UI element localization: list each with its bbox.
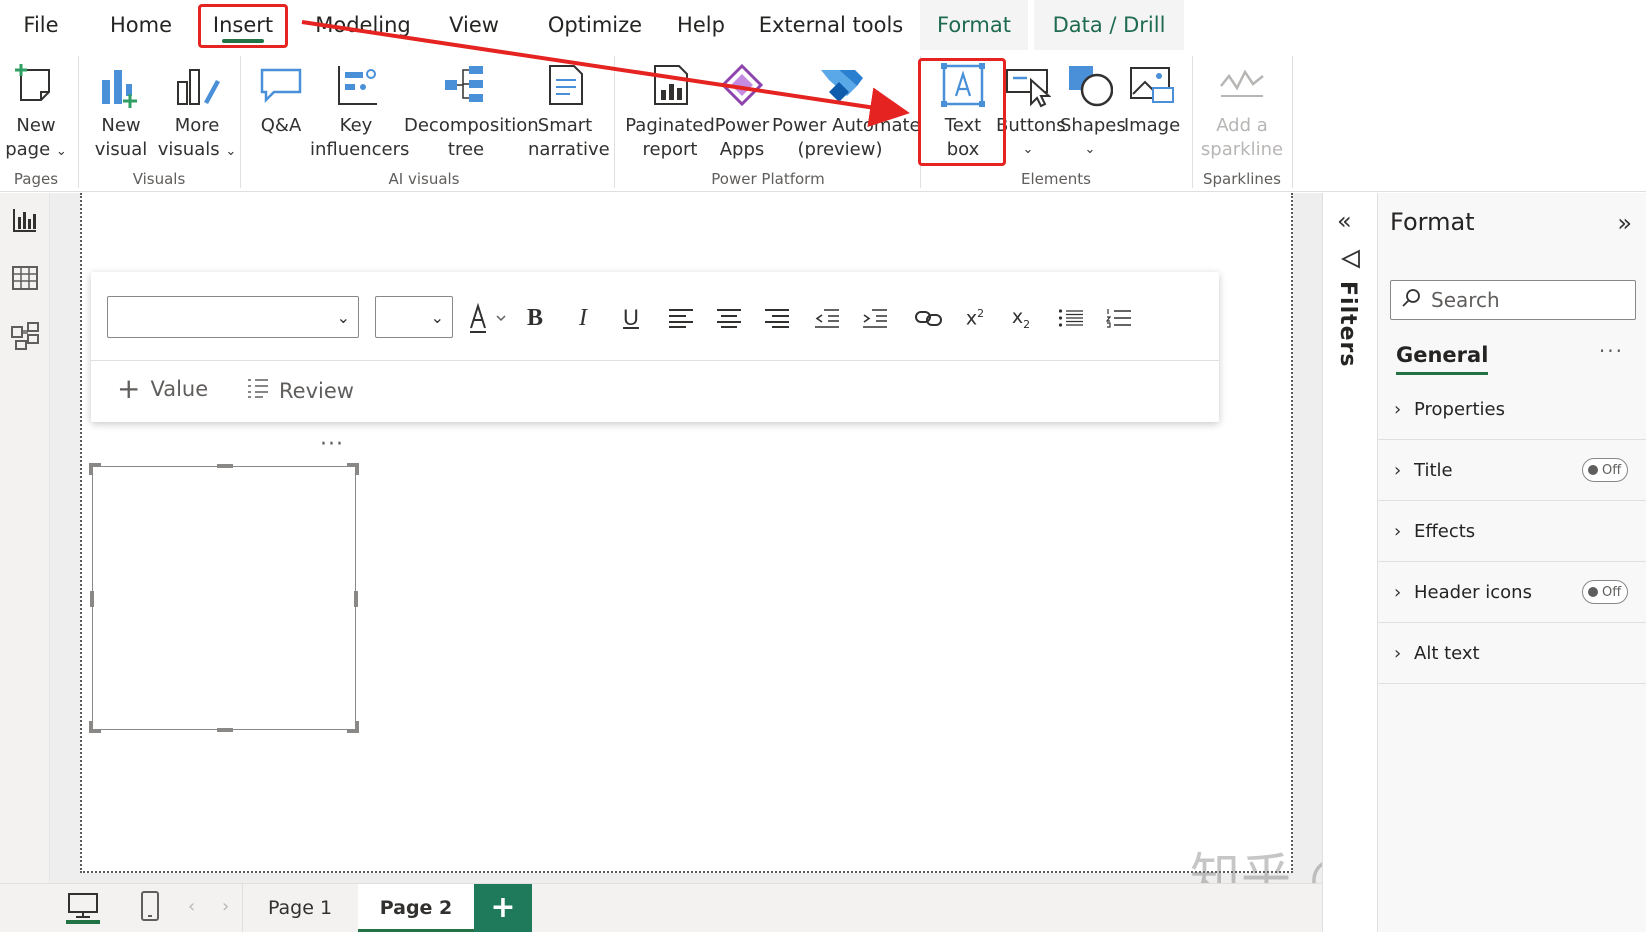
page-tab-2[interactable]: Page 2 [358, 884, 474, 932]
section-effects[interactable]: › Effects [1378, 501, 1646, 562]
scroll-left-icon[interactable]: ‹ [188, 896, 195, 917]
font-color-button[interactable] [467, 302, 513, 334]
add-page-button[interactable]: + [474, 884, 532, 932]
filters-label: Filters [1335, 281, 1360, 368]
align-left-icon[interactable] [665, 302, 697, 334]
chevron-right-icon: › [1394, 642, 1402, 664]
numbered-list-icon[interactable] [1103, 302, 1135, 334]
report-view-icon[interactable] [10, 205, 40, 235]
expand-left-icon[interactable]: « [1337, 207, 1352, 235]
review-label: Review [279, 378, 354, 403]
visual-more-options-icon[interactable]: ··· [320, 432, 344, 457]
subscript-icon[interactable]: x2 [1005, 302, 1037, 334]
chevron-right-icon: › [1394, 459, 1402, 481]
view-switcher-rail [0, 193, 50, 883]
resize-handle[interactable] [89, 721, 93, 733]
header-icons-toggle[interactable]: Off [1582, 580, 1628, 604]
filter-funnel-icon [1340, 249, 1361, 273]
format-pane: Format » Search General ··· › Properties… [1378, 193, 1646, 932]
page-tab-1[interactable]: Page 1 [244, 884, 356, 932]
section-properties[interactable]: › Properties [1378, 379, 1646, 440]
chevron-right-icon: › [1394, 520, 1402, 542]
review-button[interactable]: Review [247, 377, 354, 404]
collapse-right-icon[interactable]: » [1617, 209, 1632, 237]
section-label: Properties [1414, 398, 1505, 420]
model-view-icon[interactable] [10, 321, 40, 351]
add-value-label: Value [150, 377, 209, 401]
resize-handle[interactable] [90, 591, 94, 607]
align-right-icon[interactable] [761, 302, 793, 334]
resize-handle[interactable] [355, 721, 359, 733]
resize-handle[interactable] [355, 463, 359, 475]
search-placeholder: Search [1431, 288, 1500, 312]
filters-pane-collapsed[interactable]: « Filters [1322, 193, 1378, 932]
search-icon [1401, 288, 1421, 313]
toggle-knob [1588, 465, 1598, 475]
chevron-down-icon: ⌄ [430, 308, 444, 327]
plus-icon: + [117, 372, 141, 405]
section-alt-text[interactable]: › Alt text [1378, 623, 1646, 684]
scroll-right-icon[interactable]: › [222, 896, 229, 917]
desktop-layout-icon[interactable] [66, 892, 100, 928]
table-view-icon[interactable] [10, 263, 40, 293]
text-box-visual[interactable] [89, 463, 359, 733]
toggle-state: Off [1602, 462, 1622, 478]
section-title[interactable]: › Title Off [1378, 440, 1646, 501]
toggle-knob [1588, 587, 1598, 597]
decrease-indent-icon[interactable] [811, 302, 843, 334]
superscript-icon[interactable]: x2 [959, 302, 991, 334]
section-label: Alt text [1414, 642, 1480, 664]
align-center-icon[interactable] [713, 302, 745, 334]
tab-divider [242, 884, 243, 932]
bulleted-list-icon[interactable] [1055, 302, 1087, 334]
toggle-state: Off [1602, 584, 1622, 600]
tab-general[interactable]: General [1396, 343, 1489, 375]
underline-icon[interactable]: U [615, 302, 647, 334]
resize-handle[interactable] [89, 463, 93, 475]
section-header-icons[interactable]: › Header icons Off [1378, 562, 1646, 623]
section-label: Header icons [1414, 581, 1532, 603]
annotation-arrow-icon [301, 20, 910, 128]
text-box-format-toolbar: ⌄ ⌄ B I U x2 x2 + Value Review [91, 272, 1219, 422]
chevron-right-icon: › [1394, 398, 1402, 420]
toolbar-divider [91, 360, 1219, 361]
resize-handle[interactable] [217, 464, 233, 468]
font-family-select[interactable]: ⌄ [107, 296, 359, 338]
resize-handle[interactable] [217, 728, 233, 732]
italic-icon[interactable]: I [567, 302, 599, 334]
chevron-right-icon: › [1394, 581, 1402, 603]
list-icon [247, 377, 269, 404]
section-label: Title [1414, 459, 1453, 481]
plus-icon: + [490, 890, 516, 925]
page-tabs-bar: ‹ › Page 1 Page 2 + [0, 883, 1322, 932]
increase-indent-icon[interactable] [859, 302, 891, 334]
link-icon[interactable] [909, 302, 949, 334]
add-value-button[interactable]: + Value [117, 372, 209, 405]
title-toggle[interactable]: Off [1582, 458, 1628, 482]
font-size-select[interactable]: ⌄ [375, 296, 453, 338]
resize-handle[interactable] [354, 591, 358, 607]
chevron-down-icon: ⌄ [336, 308, 350, 327]
bold-icon[interactable]: B [519, 302, 551, 334]
format-search-input[interactable]: Search [1390, 280, 1636, 320]
more-options-icon[interactable]: ··· [1599, 339, 1624, 363]
mobile-layout-icon[interactable] [140, 891, 160, 925]
section-label: Effects [1414, 520, 1476, 542]
format-pane-title: Format [1390, 208, 1475, 236]
